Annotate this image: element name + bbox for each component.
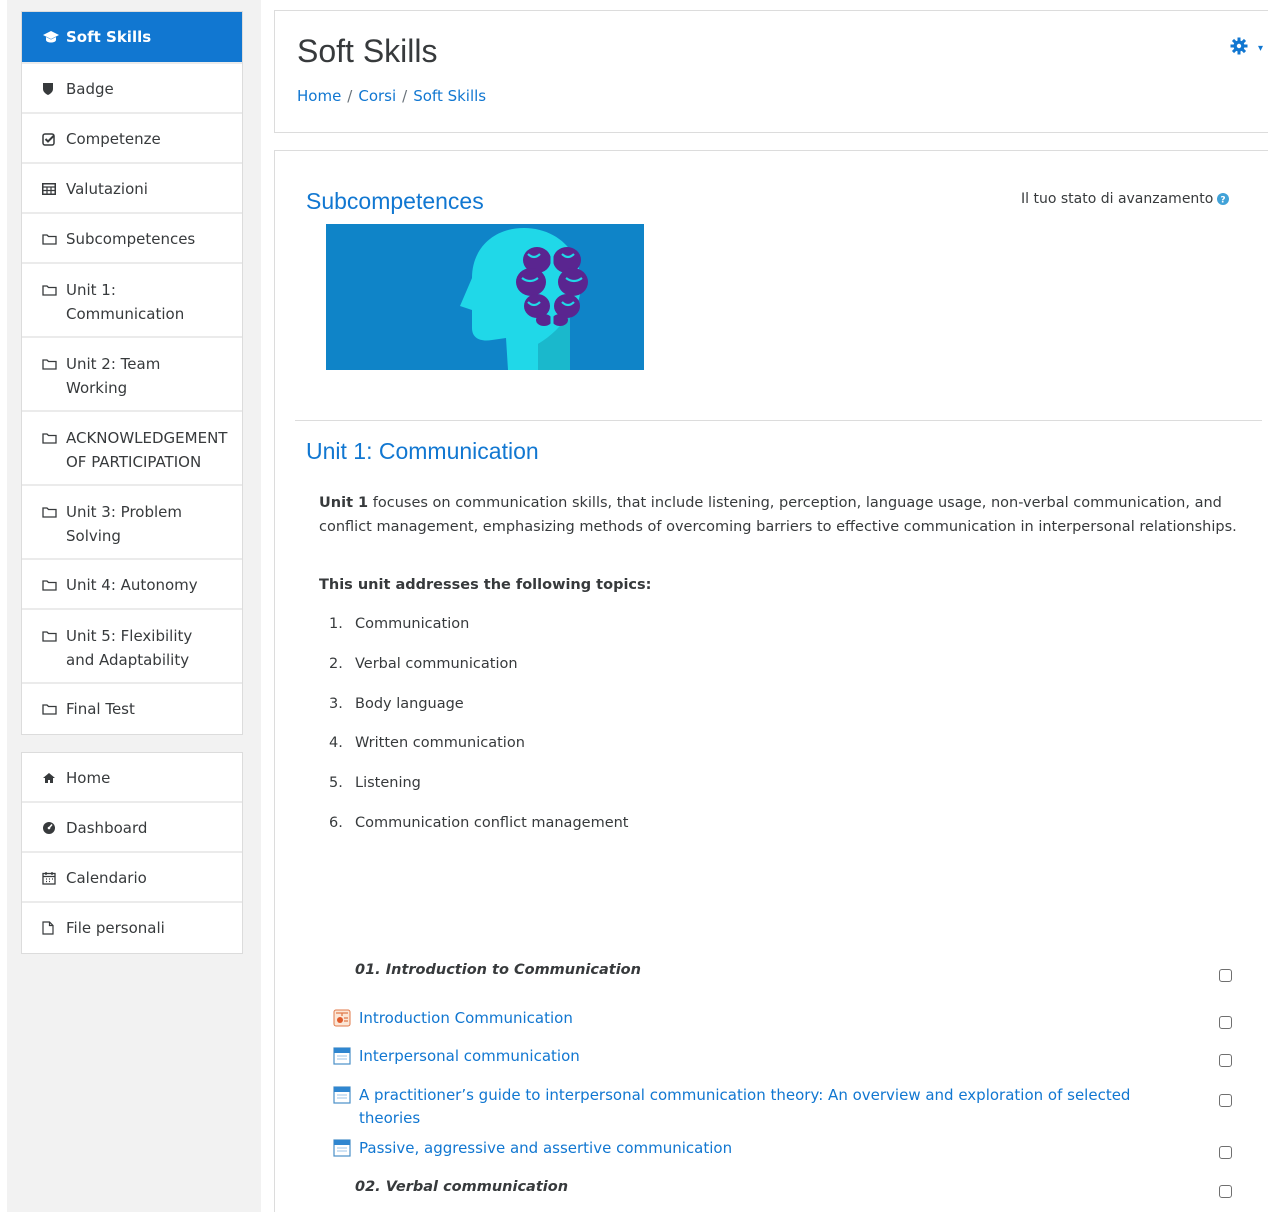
topics-list: 1. Communication 2. Verbal communication 3…: [329, 616, 629, 855]
sidebar-item-label: Badge: [66, 80, 114, 98]
completion-checkbox[interactable]: [1219, 1185, 1232, 1198]
folder-icon: [42, 278, 66, 302]
sidebar-item-unit-3[interactable]: Unit 3: Problem Solving: [22, 486, 242, 560]
summary-text: focuses on communication skills, that in…: [319, 495, 1237, 535]
activity-subheading: 02. Verbal communication: [355, 1179, 569, 1195]
activity-link[interactable]: A practitioner’s guide to interpersonal …: [359, 1084, 1189, 1130]
progress-status: Il tuo stato di avanzamento ?: [1021, 191, 1230, 207]
sidebar-item-file-personali[interactable]: File personali: [22, 903, 242, 953]
activity-link[interactable]: Introduction Communication: [359, 1007, 573, 1030]
graduation-cap-icon: [42, 25, 66, 49]
sidebar-item-valutazioni[interactable]: Valutazioni: [22, 164, 242, 214]
section-divider: [295, 420, 1262, 421]
topics-heading: This unit addresses the following topics…: [319, 577, 652, 593]
site-nav: Home Dashboard Calendario File personali: [21, 752, 243, 954]
completion-checkbox[interactable]: [1219, 1054, 1232, 1067]
completion-checkbox[interactable]: [1219, 1146, 1232, 1159]
sidebar-item-label: Unit 5: Flexibility and Adaptability: [66, 627, 193, 669]
list-item: 2. Verbal communication: [329, 655, 518, 672]
section-title-subcompetences[interactable]: Subcompetences: [306, 188, 484, 215]
presentation-icon: [333, 1007, 359, 1031]
folder-icon: [42, 624, 66, 648]
page-icon: [333, 1137, 359, 1161]
list-item: 4. Written communication: [329, 735, 525, 752]
sidebar-item-label: Unit 3: Problem Solving: [66, 503, 182, 545]
breadcrumb-corsi[interactable]: Corsi: [358, 87, 396, 105]
list-item: 1. Communication: [329, 616, 470, 632]
course-content: Subcompetences Il tuo stato di avanzamen…: [274, 150, 1268, 1212]
shield-icon: [42, 77, 66, 101]
completion-checkbox[interactable]: [1219, 969, 1232, 982]
home-icon: [42, 766, 66, 790]
gear-icon: [1230, 37, 1248, 59]
sidebar-item-label: Dashboard: [66, 819, 148, 837]
sidebar-item-label: Unit 4: Autonomy: [66, 576, 198, 594]
list-item: 6. Communication conflict management: [329, 814, 629, 831]
table-icon: [42, 177, 66, 201]
svg-text:?: ?: [1221, 196, 1226, 206]
activity-row: Introduction Communication: [333, 1007, 1233, 1031]
completion-checkbox[interactable]: [1219, 1016, 1232, 1029]
caret-down-icon: ▾: [1257, 42, 1263, 54]
sidebar-item-home[interactable]: Home: [22, 753, 242, 803]
page-icon: [333, 1084, 359, 1108]
list-item: 3. Body language: [329, 695, 464, 712]
list-item: 5. Listening: [329, 775, 421, 792]
activity-link[interactable]: Passive, aggressive and assertive commun…: [359, 1137, 732, 1160]
activity-row: Interpersonal communication: [333, 1045, 1233, 1069]
summary-bold: Unit 1: [319, 495, 369, 511]
sidebar-item-label: ACKNOWLEDGEMENT OF PARTICIPATION: [66, 429, 228, 471]
course-nav: Soft Skills Badge Competenze Valutazioni…: [21, 11, 243, 735]
completion-checkbox[interactable]: [1219, 1094, 1232, 1107]
sidebar-item-subcompetences[interactable]: Subcompetences: [22, 214, 242, 264]
check-square-icon: [42, 127, 66, 151]
sidebar-item-label: Valutazioni: [66, 180, 148, 198]
sidebar-item-badge[interactable]: Badge: [22, 64, 242, 114]
activity-row: Passive, aggressive and assertive commun…: [333, 1137, 1233, 1161]
help-icon[interactable]: ?: [1216, 192, 1230, 206]
sidebar-item-acknowledgement[interactable]: ACKNOWLEDGEMENT OF PARTICIPATION: [22, 412, 242, 486]
sidebar-item-unit-1[interactable]: Unit 1: Communication: [22, 264, 242, 338]
folder-icon: [42, 227, 66, 251]
section-title-unit-1[interactable]: Unit 1: Communication: [306, 438, 539, 465]
page-title: Soft Skills: [297, 33, 438, 69]
sidebar-item-label: File personali: [66, 919, 165, 937]
calendar-icon: [42, 866, 66, 890]
activity-link[interactable]: Interpersonal communication: [359, 1045, 580, 1068]
course-settings-menu[interactable]: ▾: [1230, 37, 1263, 59]
activity-row: A practitioner’s guide to interpersonal …: [333, 1084, 1233, 1130]
sidebar-item-label: Unit 1: Communication: [66, 281, 185, 323]
sidebar-item-calendario[interactable]: Calendario: [22, 853, 242, 903]
sidebar-item-label: Unit 2: Team Working: [66, 355, 161, 397]
breadcrumb: Home / Corsi / Soft Skills: [297, 87, 487, 105]
sidebar-item-unit-5[interactable]: Unit 5: Flexibility and Adaptability: [22, 610, 242, 684]
folder-icon: [42, 352, 66, 376]
breadcrumb-soft-skills[interactable]: Soft Skills: [413, 87, 486, 105]
subcompetences-banner-image: [326, 224, 644, 370]
dashboard-icon: [42, 816, 66, 840]
folder-icon: [42, 573, 66, 597]
file-icon: [42, 916, 66, 940]
sidebar-item-final-test[interactable]: Final Test: [22, 684, 242, 734]
page-header: Soft Skills Home / Corsi / Soft Skills ▾: [274, 10, 1268, 133]
sidebar-item-unit-4[interactable]: Unit 4: Autonomy: [22, 560, 242, 610]
sidebar-item-competenze[interactable]: Competenze: [22, 114, 242, 164]
sidebar-item-soft-skills[interactable]: Soft Skills: [22, 12, 242, 64]
folder-icon: [42, 697, 66, 721]
sidebar-item-label: Final Test: [66, 700, 135, 718]
sidebar-item-label: Subcompetences: [66, 230, 196, 248]
folder-icon: [42, 500, 66, 524]
activity-subheading: 01. Introduction to Communication: [355, 962, 641, 978]
folder-icon: [42, 426, 66, 450]
page-icon: [333, 1045, 359, 1069]
sidebar-item-label: Competenze: [66, 130, 161, 148]
unit-summary: Unit 1 focuses on communication skills, …: [319, 491, 1268, 539]
sidebar-item-dashboard[interactable]: Dashboard: [22, 803, 242, 853]
sidebar-item-label: Home: [66, 769, 111, 787]
sidebar-item-label: Soft Skills: [66, 28, 152, 46]
breadcrumb-home[interactable]: Home: [297, 87, 341, 105]
sidebar-item-label: Calendario: [66, 869, 147, 887]
progress-label: Il tuo stato di avanzamento: [1021, 191, 1214, 207]
sidebar-item-unit-2[interactable]: Unit 2: Team Working: [22, 338, 242, 412]
